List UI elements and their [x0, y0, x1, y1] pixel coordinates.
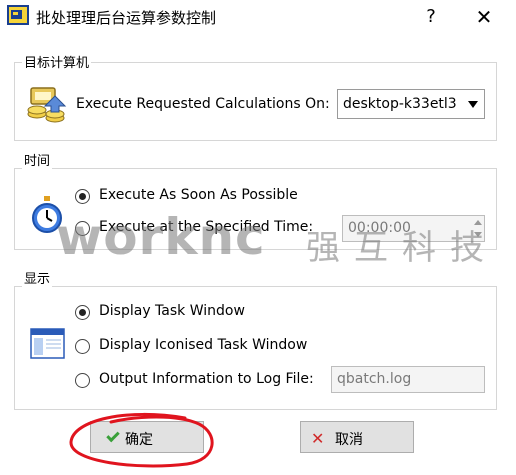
help-button[interactable]: ? [418, 5, 444, 29]
target-computer-group-title: 目标计算机 [22, 52, 92, 71]
output-log-radio[interactable] [75, 373, 90, 388]
close-button[interactable]: ✕ [471, 5, 497, 29]
window-icon [30, 328, 65, 359]
display-iconised-label[interactable]: Display Iconised Task Window [99, 337, 307, 353]
time-group-title: 时间 [22, 150, 53, 169]
cancel-button[interactable]: ✕ 取消 [300, 421, 414, 453]
window-title: 批处理理后台运算参数控制 [36, 9, 217, 27]
watermark-worknc: worknc [56, 208, 266, 266]
computer-select[interactable]: desktop-k33etl3 [337, 89, 485, 119]
dialog-window: 批处理理后台运算参数控制 ? ✕ 目标计算机 Execute Requested… [0, 0, 516, 475]
display-task-window-radio[interactable] [75, 305, 90, 320]
display-iconised-radio[interactable] [75, 339, 90, 354]
execute-on-label: Execute Requested Calculations On: [76, 96, 330, 112]
display-task-window-label[interactable]: Display Task Window [99, 303, 245, 319]
watermark-cjk: 强互科技 [306, 228, 498, 268]
execute-asap-radio[interactable] [75, 189, 90, 204]
computer-coins-icon [27, 87, 67, 123]
execute-asap-label[interactable]: Execute As Soon As Possible [99, 187, 298, 203]
output-log-label[interactable]: Output Information to Log File: [99, 371, 314, 387]
app-icon [7, 5, 29, 25]
close-icon: ✕ [311, 429, 325, 448]
chevron-down-icon [468, 101, 478, 108]
annotation-circle [69, 412, 214, 468]
cancel-button-label: 取消 [335, 432, 363, 448]
title-bar: 批处理理后台运算参数控制 ? ✕ [0, 0, 516, 36]
log-file-value: qbatch.log [337, 371, 412, 387]
display-group-title: 显示 [22, 268, 53, 287]
log-file-input[interactable]: qbatch.log [331, 366, 485, 393]
computer-select-value: desktop-k33etl3 [343, 96, 457, 112]
